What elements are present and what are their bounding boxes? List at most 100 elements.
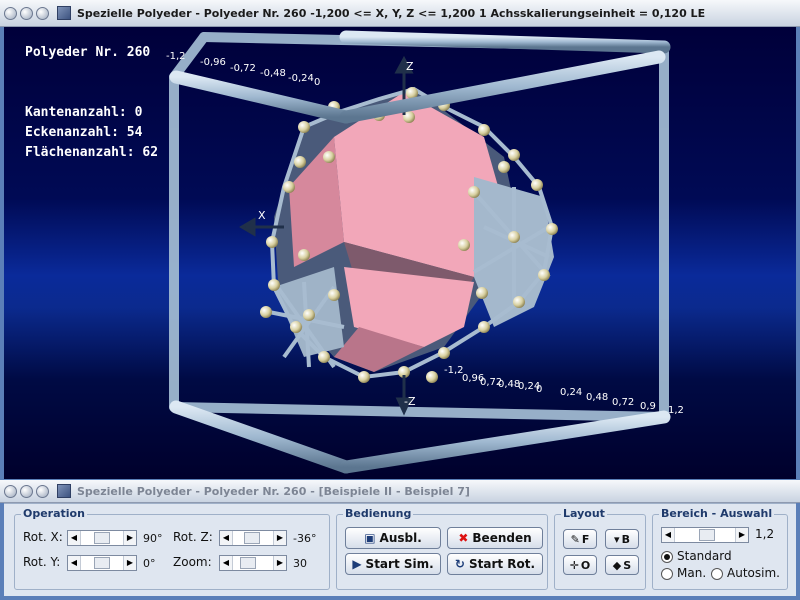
ausbl-button-label: Ausbl. bbox=[379, 531, 422, 545]
app-icon bbox=[57, 6, 71, 20]
neg-z-axis-label: -Z bbox=[404, 395, 416, 408]
layout-f-button[interactable]: ✎ F bbox=[563, 529, 597, 549]
rotate-icon: ↻ bbox=[454, 557, 465, 571]
standard-radio[interactable] bbox=[661, 551, 673, 563]
operation-group: Operation Rot. X: ◀ ▶ 90° Rot. Y: ◀ ▶ 0°… bbox=[14, 507, 330, 590]
rot-x-slider[interactable]: ◀ ▶ bbox=[67, 530, 137, 546]
bereich-group: Bereich - Auswahl ◀ ▶ 1,2 Standard Man. … bbox=[652, 507, 788, 590]
layout-s-label: S bbox=[623, 558, 632, 572]
beenden-button[interactable]: ✖ Beenden bbox=[447, 527, 543, 549]
panel-window-controls[interactable] bbox=[4, 484, 49, 498]
panel-app-icon bbox=[57, 484, 71, 498]
rot-x-left-arrow-icon[interactable]: ◀ bbox=[68, 531, 81, 545]
autosim-radio[interactable] bbox=[711, 568, 723, 580]
main-titlebar[interactable]: Spezielle Polyeder - Polyeder Nr. 260 -1… bbox=[0, 0, 800, 27]
autosim-label: Autosim. bbox=[727, 566, 780, 580]
rot-y-value: 0° bbox=[143, 557, 156, 570]
panel-maximize-button[interactable] bbox=[36, 484, 49, 498]
panel-title: Spezielle Polyeder - Polyeder Nr. 260 - … bbox=[77, 484, 470, 498]
play-icon: ▶ bbox=[352, 557, 362, 571]
x-axis-label: X bbox=[258, 209, 266, 222]
fill-icon: ▾ bbox=[614, 532, 620, 546]
layout-f-label: F bbox=[581, 532, 590, 546]
rot-x-value: 90° bbox=[143, 532, 163, 545]
minimize-window-button[interactable] bbox=[20, 6, 33, 20]
ausbl-button[interactable]: ▣ Ausbl. bbox=[345, 527, 441, 549]
tick-label: 0,9 bbox=[640, 401, 656, 412]
bereich-value: 1,2 bbox=[755, 527, 775, 541]
hide-icon: ▣ bbox=[364, 531, 376, 545]
bereich-left-arrow-icon[interactable]: ◀ bbox=[662, 528, 675, 542]
edge-count: Kantenanzahl: 0 bbox=[25, 105, 143, 120]
tick-label: 0 bbox=[314, 77, 321, 88]
eraser-icon: ◆ bbox=[612, 558, 622, 572]
rot-z-left-arrow-icon[interactable]: ◀ bbox=[220, 531, 233, 545]
operation-group-label: Operation bbox=[21, 507, 87, 520]
rot-y-slider-thumb[interactable] bbox=[94, 557, 110, 569]
layout-s-button[interactable]: ◆ S bbox=[605, 555, 639, 575]
window-title: Spezielle Polyeder - Polyeder Nr. 260 -1… bbox=[77, 6, 706, 20]
zoom-slider-thumb[interactable] bbox=[240, 557, 256, 569]
tick-label: -1,2 bbox=[444, 365, 464, 376]
layout-o-label: O bbox=[580, 558, 591, 572]
rot-y-left-arrow-icon[interactable]: ◀ bbox=[68, 556, 81, 570]
tick-label: 0,72 bbox=[612, 397, 635, 408]
layout-group: Layout ✎ F ▾ B ✛ O ◆ S bbox=[554, 507, 646, 590]
rot-z-value: -36° bbox=[293, 532, 317, 545]
rot-y-label: Rot. Y: bbox=[23, 555, 61, 569]
panel-minimize-button[interactable] bbox=[20, 484, 33, 498]
crosshair-icon: ✛ bbox=[569, 558, 579, 572]
control-panel: Operation Rot. X: ◀ ▶ 90° Rot. Y: ◀ ▶ 0°… bbox=[4, 503, 796, 596]
zoom-right-arrow-icon[interactable]: ▶ bbox=[273, 556, 286, 570]
start-rot-button[interactable]: ↻ Start Rot. bbox=[447, 553, 543, 575]
tick-label: -0,96 bbox=[200, 57, 226, 68]
close-window-button[interactable] bbox=[4, 6, 17, 20]
tick-label: 0,48 bbox=[586, 392, 609, 403]
rot-z-slider-thumb[interactable] bbox=[244, 532, 260, 544]
rot-z-slider[interactable]: ◀ ▶ bbox=[219, 530, 287, 546]
panel-titlebar[interactable]: Spezielle Polyeder - Polyeder Nr. 260 - … bbox=[0, 480, 800, 503]
bedienung-group: Bedienung ▣ Ausbl. ✖ Beenden ▶ Start Sim… bbox=[336, 507, 548, 590]
layout-b-button[interactable]: ▾ B bbox=[605, 529, 639, 549]
brush-icon: ✎ bbox=[570, 532, 580, 546]
layout-o-button[interactable]: ✛ O bbox=[563, 555, 597, 575]
start-sim-button[interactable]: ▶ Start Sim. bbox=[345, 553, 441, 575]
tick-label: -1,2 bbox=[166, 51, 186, 62]
zoom-value: 30 bbox=[293, 557, 307, 570]
rot-z-right-arrow-icon[interactable]: ▶ bbox=[273, 531, 286, 545]
zoom-slider[interactable]: ◀ ▶ bbox=[219, 555, 287, 571]
standard-label: Standard bbox=[677, 549, 732, 563]
polyhedron-name: Polyeder Nr. 260 bbox=[25, 45, 151, 60]
3d-viewport[interactable]: Z X -Z -1,2 -0,96 -0,72 -0,48 -0,24 0 -1… bbox=[4, 27, 796, 479]
bereich-group-label: Bereich - Auswahl bbox=[659, 507, 775, 520]
zoom-label: Zoom: bbox=[173, 555, 212, 569]
rot-y-slider[interactable]: ◀ ▶ bbox=[67, 555, 137, 571]
tick-label: 0,48 bbox=[498, 379, 521, 390]
bereich-right-arrow-icon[interactable]: ▶ bbox=[735, 528, 748, 542]
tick-label: 0 bbox=[536, 384, 543, 395]
tick-label: -0,24 bbox=[288, 73, 314, 84]
bereich-slider[interactable]: ◀ ▶ bbox=[661, 527, 749, 543]
man-label: Man. bbox=[677, 566, 707, 580]
rot-x-slider-thumb[interactable] bbox=[94, 532, 110, 544]
z-axis-label: Z bbox=[406, 60, 414, 73]
rot-x-right-arrow-icon[interactable]: ▶ bbox=[123, 531, 136, 545]
maximize-window-button[interactable] bbox=[36, 6, 49, 20]
rot-y-right-arrow-icon[interactable]: ▶ bbox=[123, 556, 136, 570]
tick-label: 0,24 bbox=[560, 387, 583, 398]
bedienung-group-label: Bedienung bbox=[343, 507, 414, 520]
vertex-count: Eckenanzahl: 54 bbox=[25, 125, 143, 140]
panel-close-button[interactable] bbox=[4, 484, 17, 498]
tick-label: -0,48 bbox=[260, 68, 286, 79]
man-radio[interactable] bbox=[661, 568, 673, 580]
tick-label: -0,72 bbox=[230, 63, 256, 74]
zoom-left-arrow-icon[interactable]: ◀ bbox=[220, 556, 233, 570]
beenden-button-label: Beenden bbox=[472, 531, 532, 545]
start-sim-button-label: Start Sim. bbox=[365, 557, 434, 571]
close-icon: ✖ bbox=[458, 531, 469, 545]
rot-z-label: Rot. Z: bbox=[173, 530, 213, 544]
rot-x-label: Rot. X: bbox=[23, 530, 63, 544]
window-controls[interactable] bbox=[4, 6, 49, 20]
face-count: Flächenanzahl: 62 bbox=[25, 145, 159, 160]
bereich-slider-thumb[interactable] bbox=[699, 529, 715, 541]
